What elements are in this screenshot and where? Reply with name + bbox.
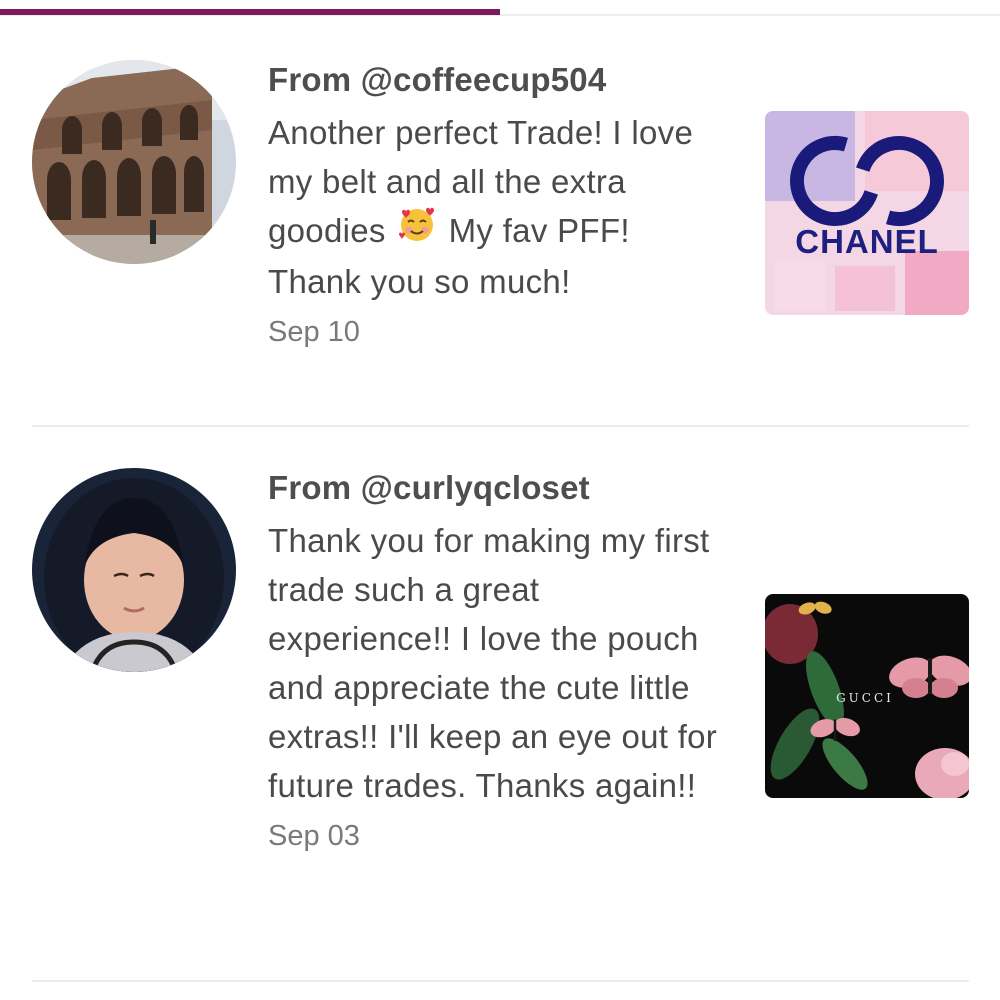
gucci-butterfly-print-icon: GUCCI	[765, 594, 969, 798]
review-text: Another perfect Trade! I love my belt an…	[268, 108, 728, 306]
reviewer-avatar[interactable]	[32, 468, 236, 672]
chanel-brand-text: CHANEL	[795, 223, 939, 260]
reviews-page: From @coffeecup504 Another perfect Trade…	[0, 0, 1000, 1000]
gucci-brand-text: GUCCI	[836, 691, 894, 705]
review-author[interactable]: From @curlyqcloset	[268, 468, 728, 508]
divider	[32, 425, 969, 427]
review-text: Thank you for making my first trade such…	[268, 522, 718, 804]
chanel-collage-icon: CHANEL	[765, 111, 969, 315]
review-content: From @curlyqcloset Thank you for making …	[268, 468, 728, 856]
review-date: Sep 03	[268, 820, 360, 852]
review-content: From @coffeecup504 Another perfect Trade…	[268, 60, 728, 352]
listing-thumbnail[interactable]: CHANEL	[765, 111, 969, 315]
colosseum-photo-icon	[32, 60, 236, 264]
reviewer-avatar[interactable]	[32, 60, 236, 264]
woman-curly-hair-photo-icon	[32, 468, 236, 672]
review-date: Sep 10	[268, 315, 360, 348]
review-author[interactable]: From @coffeecup504	[268, 60, 728, 100]
active-tab-indicator	[0, 9, 500, 15]
listing-thumbnail[interactable]: GUCCI	[765, 594, 969, 798]
smiling-face-with-hearts-icon	[397, 204, 437, 257]
divider	[32, 980, 969, 982]
